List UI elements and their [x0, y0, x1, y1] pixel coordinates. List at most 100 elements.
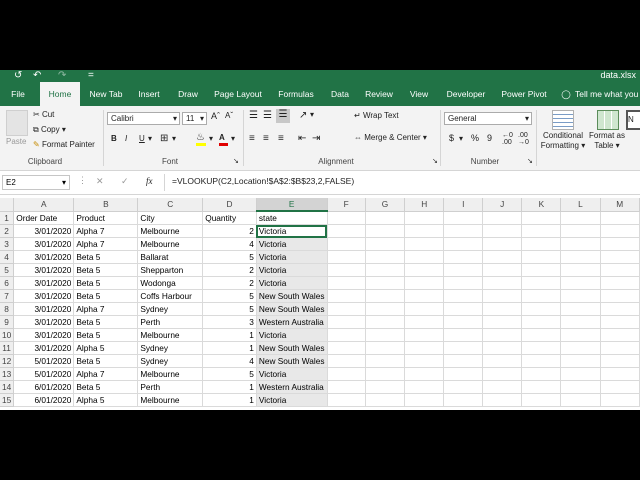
cell-g8[interactable] — [365, 302, 406, 316]
alignment-dialog-launcher-icon[interactable]: ↘ — [432, 157, 438, 165]
cell-m8[interactable] — [600, 302, 640, 316]
column-header-a[interactable]: A — [13, 198, 75, 212]
cell-m5[interactable] — [600, 263, 640, 277]
cell-k5[interactable] — [521, 263, 562, 277]
cell-f7[interactable] — [327, 289, 366, 303]
fill-dropdown-icon[interactable]: ▾ — [209, 134, 213, 143]
cell-a2[interactable]: 3/01/2020 — [13, 224, 75, 238]
orientation-dropdown-icon[interactable]: ▾ — [310, 110, 314, 119]
cell-c13[interactable]: Melbourne — [137, 367, 204, 381]
tab-draw[interactable]: Draw — [173, 82, 203, 106]
cell-j1[interactable] — [482, 211, 523, 225]
cell-k9[interactable] — [521, 315, 562, 329]
tab-developer[interactable]: Developer — [443, 82, 489, 106]
cell-a8[interactable]: 3/01/2020 — [13, 302, 75, 316]
row-header[interactable]: 13 — [0, 367, 15, 381]
cell-b7[interactable]: Beta 5 — [73, 289, 139, 303]
tab-view[interactable]: View — [404, 82, 434, 106]
tab-formulas[interactable]: Formulas — [274, 82, 318, 106]
cell-j4[interactable] — [482, 250, 523, 264]
currency-dropdown-icon[interactable]: ▾ — [459, 134, 463, 143]
cell-k12[interactable] — [521, 354, 562, 368]
cell-m1[interactable] — [600, 211, 640, 225]
increase-indent-icon[interactable]: ⇥ — [312, 133, 320, 144]
redo-icon[interactable]: ↷ — [58, 70, 66, 81]
row-header[interactable]: 9 — [0, 315, 15, 329]
tab-new-tab[interactable]: New Tab — [86, 82, 126, 106]
cell-g5[interactable] — [365, 263, 406, 277]
cell-a5[interactable]: 3/01/2020 — [13, 263, 75, 277]
cell-j3[interactable] — [482, 237, 523, 251]
tab-data[interactable]: Data — [326, 82, 354, 106]
cell-h8[interactable] — [404, 302, 445, 316]
cell-f4[interactable] — [327, 250, 366, 264]
cell-a4[interactable]: 3/01/2020 — [13, 250, 75, 264]
cell-e2[interactable]: Victoria — [256, 224, 328, 238]
cell-a12[interactable]: 5/01/2020 — [13, 354, 75, 368]
borders-dropdown-icon[interactable]: ▾ — [172, 134, 176, 143]
format-as-table-button[interactable]: Format as Table ▾ — [588, 131, 626, 151]
cell-j8[interactable] — [482, 302, 523, 316]
orientation-icon[interactable]: ↗ — [299, 110, 307, 121]
cell-l4[interactable] — [560, 250, 601, 264]
cell-j2[interactable] — [482, 224, 523, 238]
increase-font-icon[interactable]: Aˆ — [211, 111, 220, 121]
cell-c15[interactable]: Melbourne — [137, 393, 204, 407]
cell-styles-gallery[interactable]: N — [626, 110, 640, 130]
cell-b1[interactable]: Product — [73, 211, 139, 225]
decrease-indent-icon[interactable]: ⇤ — [298, 133, 306, 144]
cell-d9[interactable]: 3 — [202, 315, 257, 329]
cell-e4[interactable]: Victoria — [256, 250, 328, 264]
cell-l9[interactable] — [560, 315, 601, 329]
cell-b13[interactable]: Alpha 7 — [73, 367, 139, 381]
column-header-d[interactable]: D — [202, 198, 257, 212]
cell-f13[interactable] — [327, 367, 366, 381]
cell-f8[interactable] — [327, 302, 366, 316]
cell-i11[interactable] — [443, 341, 484, 355]
cell-f14[interactable] — [327, 380, 366, 394]
cell-k2[interactable] — [521, 224, 562, 238]
cell-i10[interactable] — [443, 328, 484, 342]
column-header-b[interactable]: B — [73, 198, 139, 212]
cell-l15[interactable] — [560, 393, 601, 407]
align-top-icon[interactable]: ☰ — [249, 110, 258, 121]
cell-e7[interactable]: New South Wales — [256, 289, 328, 303]
align-center-icon[interactable]: ≡ — [263, 133, 269, 144]
cell-l12[interactable] — [560, 354, 601, 368]
cell-h9[interactable] — [404, 315, 445, 329]
cell-h7[interactable] — [404, 289, 445, 303]
cell-l6[interactable] — [560, 276, 601, 290]
cell-b5[interactable]: Beta 5 — [73, 263, 139, 277]
underline-dropdown-icon[interactable]: ▾ — [148, 134, 152, 143]
cell-f5[interactable] — [327, 263, 366, 277]
cell-b2[interactable]: Alpha 7 — [73, 224, 139, 238]
underline-button[interactable]: U — [139, 134, 145, 143]
cell-i15[interactable] — [443, 393, 484, 407]
cell-g4[interactable] — [365, 250, 406, 264]
cell-a9[interactable]: 3/01/2020 — [13, 315, 75, 329]
cell-d8[interactable]: 5 — [202, 302, 257, 316]
cell-c10[interactable]: Melbourne — [137, 328, 204, 342]
column-header-i[interactable]: I — [443, 198, 484, 212]
cell-b9[interactable]: Beta 5 — [73, 315, 139, 329]
row-header[interactable]: 7 — [0, 289, 15, 303]
cell-f2[interactable] — [327, 224, 366, 238]
cell-k1[interactable] — [521, 211, 562, 225]
cell-i1[interactable] — [443, 211, 484, 225]
cell-c3[interactable]: Melbourne — [137, 237, 204, 251]
column-header-l[interactable]: L — [560, 198, 601, 212]
name-box[interactable]: E2 ▾ — [2, 175, 70, 190]
cell-d15[interactable]: 1 — [202, 393, 257, 407]
cell-m9[interactable] — [600, 315, 640, 329]
cell-a10[interactable]: 3/01/2020 — [13, 328, 75, 342]
cell-h1[interactable] — [404, 211, 445, 225]
cell-l3[interactable] — [560, 237, 601, 251]
tell-me-search[interactable]: Tell me what you w — [575, 82, 640, 106]
cell-f3[interactable] — [327, 237, 366, 251]
cell-c12[interactable]: Sydney — [137, 354, 204, 368]
save-icon[interactable]: ↺ — [14, 70, 22, 81]
cell-d12[interactable]: 4 — [202, 354, 257, 368]
cell-b3[interactable]: Alpha 7 — [73, 237, 139, 251]
row-header[interactable]: 14 — [0, 380, 15, 394]
currency-button[interactable]: $ — [449, 133, 454, 143]
